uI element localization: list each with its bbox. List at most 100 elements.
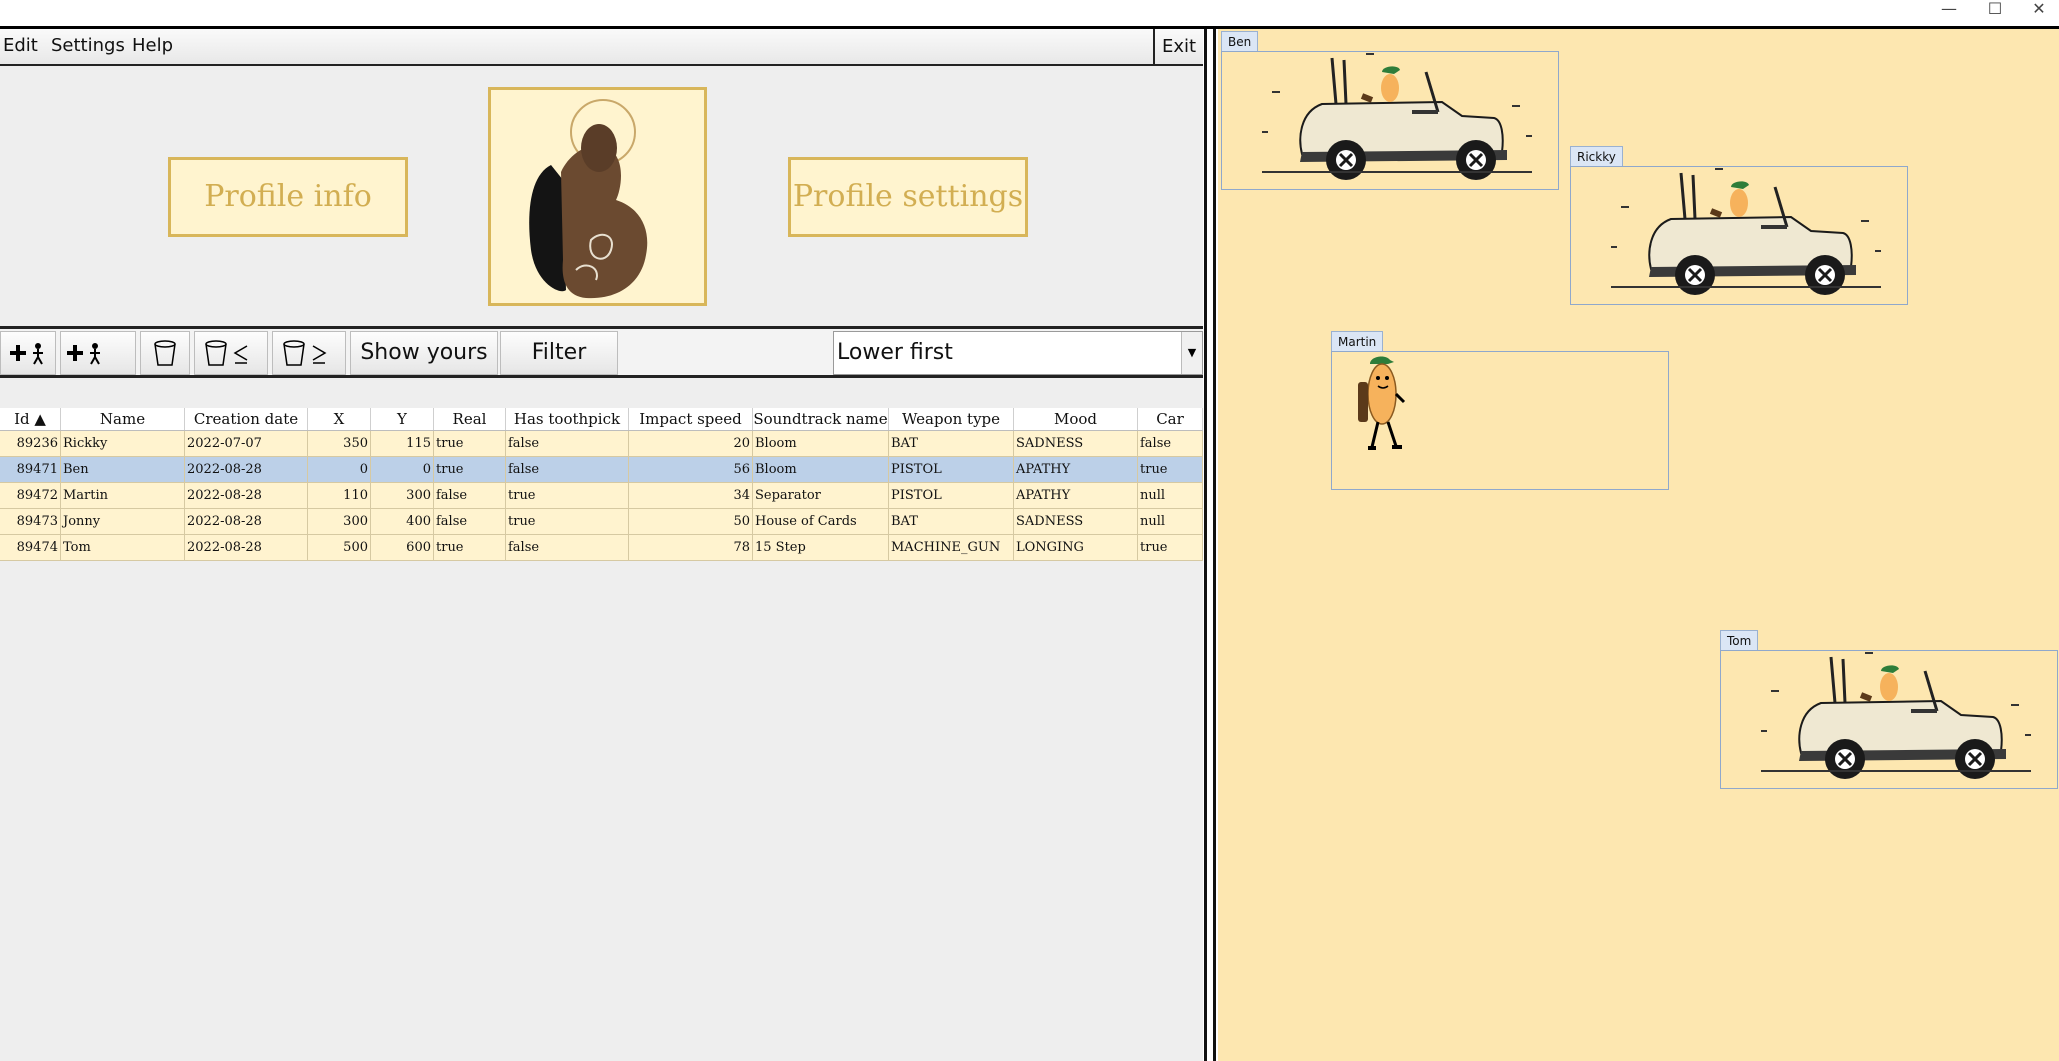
- column-header[interactable]: Mood: [1014, 408, 1138, 430]
- table-cell: 89236: [0, 431, 61, 457]
- table-cell: 115: [371, 431, 434, 457]
- profile-info-button[interactable]: Profile info: [168, 157, 408, 237]
- table-cell: null: [1138, 483, 1203, 509]
- table-cell: 300: [371, 483, 434, 509]
- table-cell: 2022-08-28: [185, 483, 308, 509]
- table-cell: 89473: [0, 509, 61, 535]
- map-canvas: Ben Rickky Martin Tom: [1218, 29, 2059, 1061]
- table-row[interactable]: 89236 Rickky 2022-07-07 350 115 true false 20 Bl…: [0, 431, 1203, 457]
- delete-button[interactable]: [140, 331, 190, 375]
- table-cell: 500: [308, 535, 371, 561]
- sort-order-select[interactable]: Lower first ▼: [833, 331, 1203, 375]
- table-cell: 34: [629, 483, 753, 509]
- table-cell: false: [506, 431, 629, 457]
- table-cell: 78: [629, 535, 753, 561]
- sprite-label-martin[interactable]: Martin: [1331, 331, 1384, 352]
- table-row[interactable]: 89474 Tom 2022-08-28 500 600 true false 78 15 St…: [0, 535, 1203, 561]
- table-cell: Martin: [61, 483, 185, 509]
- table-row[interactable]: 89471 Ben 2022-08-28 0 0 true false 56 Bloom PIST…: [0, 457, 1203, 483]
- table-cell: BAT: [889, 431, 1014, 457]
- table-cell: Jonny: [61, 509, 185, 535]
- add-person-button[interactable]: [0, 331, 56, 375]
- table-cell: Bloom: [753, 457, 889, 483]
- table-cell: 56: [629, 457, 753, 483]
- table-cell: 300: [308, 509, 371, 535]
- column-header[interactable]: Weapon type: [889, 408, 1014, 430]
- table-cell: APATHY: [1014, 457, 1138, 483]
- column-header[interactable]: X: [308, 408, 371, 430]
- sprite-martin[interactable]: [1331, 351, 1669, 490]
- table-cell: true: [1138, 457, 1203, 483]
- table-cell: false: [434, 483, 506, 509]
- sprite-label-rickky[interactable]: Rickky: [1570, 146, 1623, 167]
- show-yours-button[interactable]: Show yours: [350, 331, 498, 375]
- column-header[interactable]: Soundtrack name: [753, 408, 889, 430]
- table-cell: SADNESS: [1014, 509, 1138, 535]
- table-cell: Bloom: [753, 431, 889, 457]
- sprite-label-tom[interactable]: Tom: [1720, 630, 1759, 651]
- column-header[interactable]: Creation date: [185, 408, 308, 430]
- menu-help[interactable]: Help: [132, 35, 173, 56]
- exit-button[interactable]: Exit: [1153, 29, 1203, 64]
- filter-button[interactable]: Filter: [500, 331, 618, 375]
- maximize-icon[interactable]: ☐: [1972, 0, 2018, 20]
- avatar[interactable]: [488, 87, 707, 306]
- table-cell: APATHY: [1014, 483, 1138, 509]
- table-cell: false: [434, 509, 506, 535]
- table-cell: 89474: [0, 535, 61, 561]
- sprite-label-ben[interactable]: Ben: [1221, 31, 1259, 52]
- table-cell: true: [506, 483, 629, 509]
- column-header[interactable]: Has toothpick: [506, 408, 629, 430]
- table-cell: Tom: [61, 535, 185, 561]
- jeep-car-icon: [1761, 652, 2031, 779]
- table-cell: 50: [629, 509, 753, 535]
- trash-greater-equal-icon: [283, 340, 327, 366]
- table-cell: true: [434, 431, 506, 457]
- table-cell: Rickky: [61, 431, 185, 457]
- column-header[interactable]: Car: [1138, 408, 1203, 430]
- table-cell: false: [506, 457, 629, 483]
- table-cell: false: [1138, 431, 1203, 457]
- table-cell: 2022-08-28: [185, 535, 308, 561]
- trash-icon: [154, 340, 176, 366]
- toolbar: Show yours Filter Lower first ▼: [0, 326, 1203, 378]
- profile-settings-button[interactable]: Profile settings: [788, 157, 1028, 237]
- table-cell: BAT: [889, 509, 1014, 535]
- table-cell: false: [506, 535, 629, 561]
- chevron-down-icon[interactable]: ▼: [1181, 332, 1202, 374]
- column-header[interactable]: Id ▲: [0, 408, 61, 430]
- sprite-ben[interactable]: [1221, 51, 1559, 190]
- table-cell: House of Cards: [753, 509, 889, 535]
- add-person-if-min-button[interactable]: [60, 331, 136, 375]
- sprite-rickky[interactable]: [1570, 166, 1908, 305]
- menu-settings[interactable]: Settings: [51, 35, 125, 56]
- column-header[interactable]: Impact speed: [629, 408, 753, 430]
- divider-line: [1204, 29, 1207, 1061]
- table-row[interactable]: 89472 Martin 2022-08-28 110 300 false true 34 Se…: [0, 483, 1203, 509]
- window-titlebar: — ☐ ✕: [0, 0, 2059, 26]
- table-cell: null: [1138, 509, 1203, 535]
- pane-divider[interactable]: [1203, 29, 1218, 1061]
- jeep-car-icon: [1262, 53, 1532, 180]
- table-cell: 2022-08-28: [185, 457, 308, 483]
- table-cell: 89471: [0, 457, 61, 483]
- minimize-icon[interactable]: —: [1926, 0, 1972, 20]
- table-row[interactable]: 89473 Jonny 2022-08-28 300 400 false true 50 Hou…: [0, 509, 1203, 535]
- table-cell: true: [506, 509, 629, 535]
- table-cell: true: [1138, 535, 1203, 561]
- table-cell: 0: [371, 457, 434, 483]
- column-header[interactable]: Y: [371, 408, 434, 430]
- table-cell: PISTOL: [889, 457, 1014, 483]
- delete-greater-button[interactable]: [272, 331, 346, 375]
- table-cell: Ben: [61, 457, 185, 483]
- column-header[interactable]: Real hero: [434, 408, 506, 450]
- delete-lower-button[interactable]: [194, 331, 268, 375]
- add-person-min-icon: [67, 343, 100, 365]
- close-icon[interactable]: ✕: [2016, 0, 2059, 20]
- sprite-tom[interactable]: [1720, 650, 2058, 789]
- column-header[interactable]: Name: [61, 408, 185, 430]
- menu-edit[interactable]: Edit: [3, 35, 38, 56]
- menu-bar: Edit Settings Help Exit: [0, 29, 1203, 66]
- table-cell: PISTOL: [889, 483, 1014, 509]
- sort-order-value: Lower first: [837, 340, 953, 365]
